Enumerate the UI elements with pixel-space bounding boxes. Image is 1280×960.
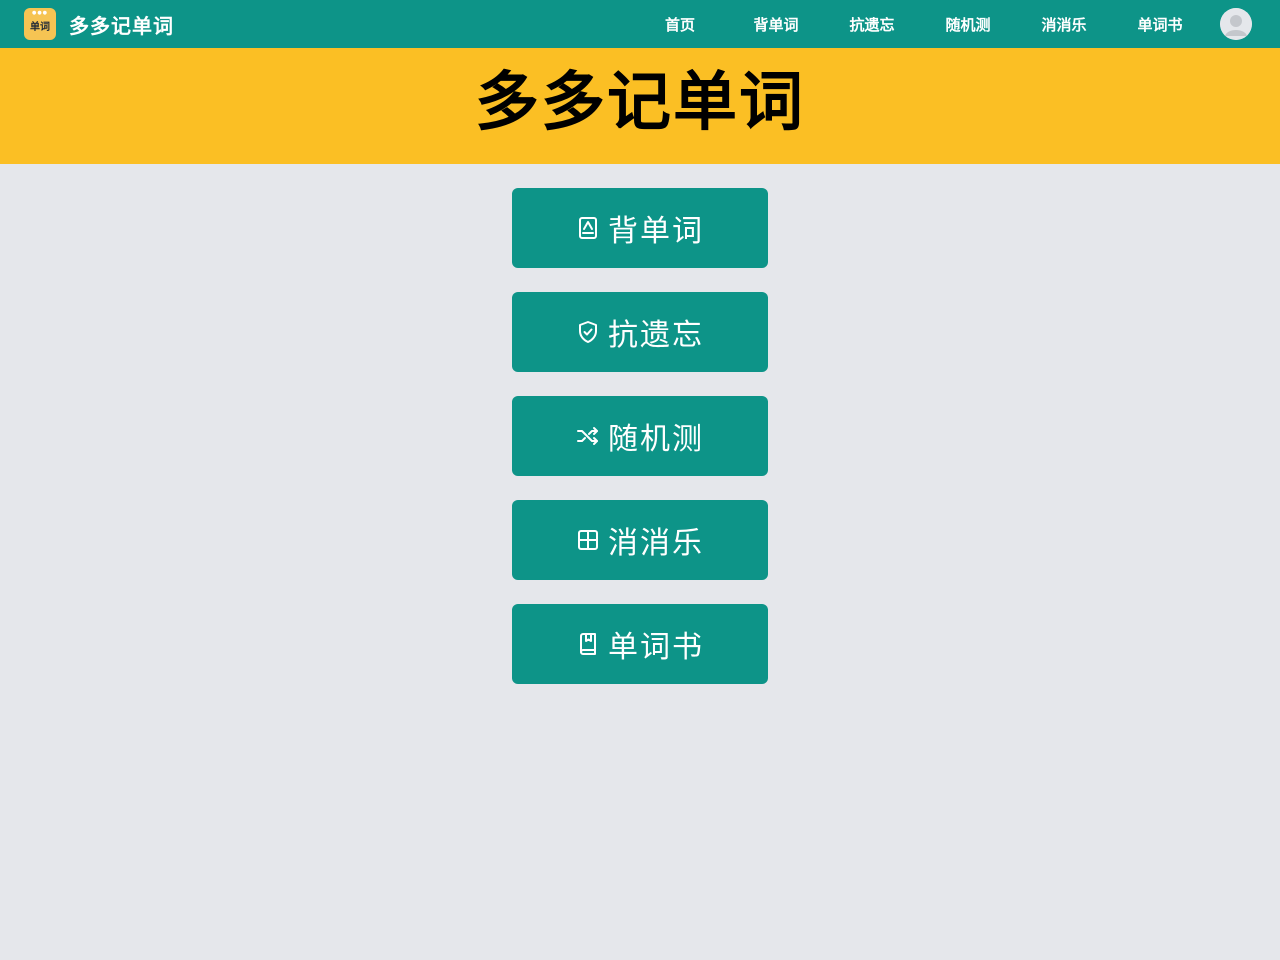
random-test-button[interactable]: 随机测 bbox=[512, 396, 768, 476]
nav-link-memorize[interactable]: 背单词 bbox=[728, 14, 824, 35]
anti-forget-button[interactable]: 抗遗忘 bbox=[512, 292, 768, 372]
notebook-icon bbox=[576, 216, 600, 240]
wordbook-button[interactable]: 单词书 bbox=[512, 604, 768, 684]
hero-banner: 多多记单词 bbox=[0, 48, 1280, 164]
book-icon bbox=[576, 632, 600, 656]
main-menu: 背单词 抗遗忘 随机测 消消乐 单词书 bbox=[512, 188, 768, 708]
nav-link-anti-forget[interactable]: 抗遗忘 bbox=[824, 14, 920, 35]
anti-forget-button-label: 抗遗忘 bbox=[608, 318, 704, 353]
nav-link-random-test[interactable]: 随机测 bbox=[920, 14, 1016, 35]
top-navbar: ●●● 单词 多多记单词 首页 背单词 抗遗忘 随机测 消消乐 单词书 bbox=[0, 0, 1280, 48]
memorize-button[interactable]: 背单词 bbox=[512, 188, 768, 268]
hero-title: 多多记单词 bbox=[475, 66, 805, 140]
logo-text: 单词 bbox=[30, 21, 50, 33]
match-game-button[interactable]: 消消乐 bbox=[512, 500, 768, 580]
nav-links: 首页 背单词 抗遗忘 随机测 消消乐 单词书 bbox=[632, 0, 1208, 48]
nav-link-wordbook[interactable]: 单词书 bbox=[1112, 14, 1208, 35]
memorize-button-label: 背单词 bbox=[608, 214, 704, 249]
app-logo-icon[interactable]: ●●● 单词 bbox=[24, 8, 56, 40]
grid-icon bbox=[576, 528, 600, 552]
shuffle-icon bbox=[576, 424, 600, 448]
match-game-button-label: 消消乐 bbox=[608, 526, 704, 561]
wordbook-button-label: 单词书 bbox=[608, 630, 704, 665]
brand[interactable]: ●●● 单词 多多记单词 bbox=[24, 8, 174, 40]
random-test-button-label: 随机测 bbox=[608, 422, 704, 457]
user-avatar-icon[interactable] bbox=[1220, 8, 1252, 40]
brand-name[interactable]: 多多记单词 bbox=[69, 10, 174, 39]
shield-check-icon bbox=[576, 320, 600, 344]
nav-link-home[interactable]: 首页 bbox=[632, 14, 728, 35]
logo-dots: ●●● bbox=[31, 10, 49, 16]
nav-link-match-game[interactable]: 消消乐 bbox=[1016, 14, 1112, 35]
